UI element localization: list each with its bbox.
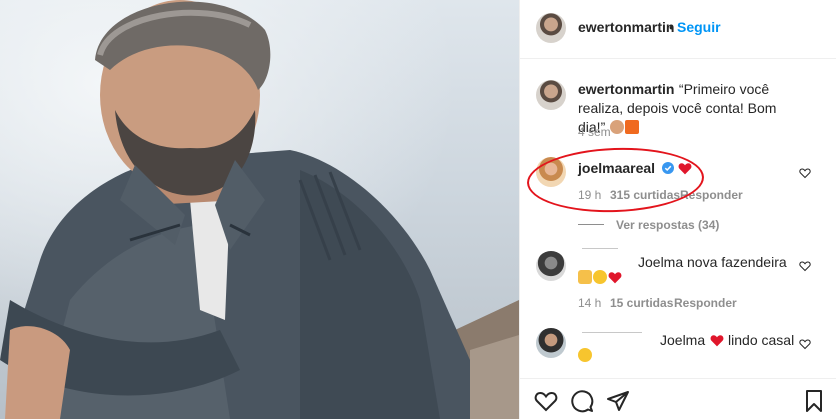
post-side-panel: ewertonmartin • Seguir ewertonmartin “Pr… xyxy=(519,0,836,419)
view-replies-button[interactable]: Ver respostas (34) xyxy=(616,218,719,232)
comment-text-3-after: lindo casal xyxy=(728,332,795,348)
collision-emoji-icon xyxy=(624,120,639,134)
comment-text-3-before: Joelma xyxy=(660,332,706,348)
bookmark-icon[interactable] xyxy=(802,389,826,413)
replies-line xyxy=(578,224,604,225)
comment-text-3: Joelma lindo casal xyxy=(660,332,794,349)
comment-likes-2[interactable]: 15 curtidas xyxy=(610,296,673,310)
comment-username[interactable]: joelmaareal xyxy=(578,160,655,176)
comment-likes[interactable]: 315 curtidas xyxy=(610,188,680,202)
post-header: ewertonmartin • Seguir xyxy=(520,0,836,59)
comment-time[interactable]: 19 h xyxy=(578,188,601,202)
post-photo[interactable] xyxy=(0,0,519,419)
red-heart-emoji-icon xyxy=(678,163,692,175)
comment-like-heart-icon[interactable] xyxy=(799,338,811,350)
comment-avatar-3[interactable] xyxy=(536,328,566,358)
caption-time[interactable]: 4 sem xyxy=(578,125,611,139)
comment-icon[interactable] xyxy=(570,389,594,413)
author-avatar[interactable] xyxy=(536,13,566,43)
red-heart-emoji-icon xyxy=(710,335,724,347)
comment-time-2[interactable]: 14 h xyxy=(578,296,601,310)
follow-button[interactable]: Seguir xyxy=(677,19,721,35)
author-username[interactable]: ewertonmartin xyxy=(578,19,674,35)
comment-like-heart-icon[interactable] xyxy=(799,260,811,272)
redacted-username-3 xyxy=(582,332,642,333)
share-icon[interactable] xyxy=(606,389,630,413)
redacted-username-2 xyxy=(582,248,618,249)
fist-emoji-icon xyxy=(609,120,624,134)
comment-avatar-joelmaareal[interactable] xyxy=(536,157,566,187)
praying-hands-emoji-icon xyxy=(578,270,592,284)
comment-text-2: Joelma nova fazendeira xyxy=(638,254,787,270)
laughing-emoji-icon xyxy=(593,270,607,284)
comment-avatar-2[interactable] xyxy=(536,251,566,281)
header-separator: • xyxy=(669,19,674,35)
man-portrait-illustration xyxy=(0,0,519,419)
comment-emojis-2 xyxy=(578,269,622,287)
red-heart-emoji-icon xyxy=(608,272,622,284)
heart-icon[interactable] xyxy=(534,389,558,413)
comment-joelmaareal: joelmaareal xyxy=(578,160,692,177)
comment-like-heart-icon[interactable] xyxy=(799,167,811,179)
reply-button-2[interactable]: Responder xyxy=(674,296,737,310)
caption-username[interactable]: ewertonmartin xyxy=(578,81,674,97)
caption-avatar[interactable] xyxy=(536,80,566,110)
heart-eyes-emoji-icon xyxy=(578,348,592,362)
action-bar xyxy=(520,378,836,420)
verified-badge-icon xyxy=(661,162,674,174)
comment-emojis-3 xyxy=(578,347,593,365)
reply-button[interactable]: Responder xyxy=(680,188,743,202)
